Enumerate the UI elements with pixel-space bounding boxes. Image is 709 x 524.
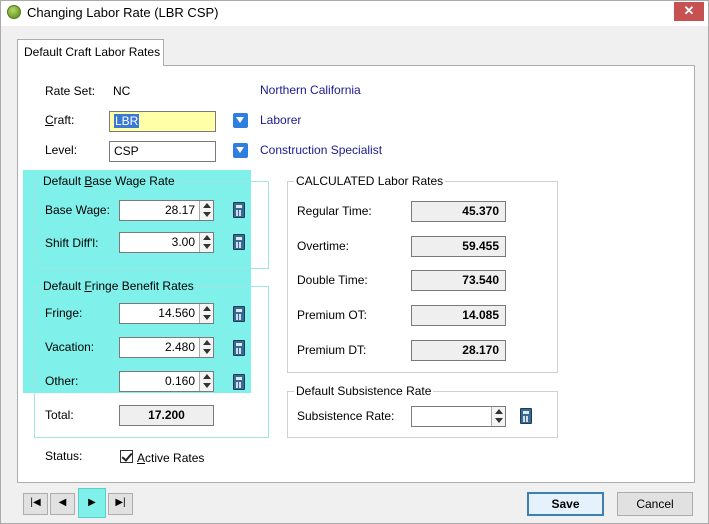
base-wage-group-title: Default Base Wage Rate	[41, 174, 177, 188]
base-wage-value: 28.17	[164, 203, 195, 217]
shift-diff-spinner[interactable]	[199, 233, 213, 252]
craft-description: Laborer	[260, 113, 302, 127]
other-input[interactable]: 0.160	[119, 371, 214, 392]
shift-diff-value: 3.00	[171, 235, 195, 249]
shift-diff-label: Shift Diff'l:	[45, 236, 99, 250]
rate-set-value: NC	[113, 84, 131, 98]
calculator-icon[interactable]	[233, 234, 245, 250]
fringe-label: Fringe:	[45, 306, 83, 320]
last-record-icon: ▶|	[115, 497, 126, 508]
base-wage-input[interactable]: 28.17	[119, 200, 214, 221]
subsistence-spinner[interactable]	[491, 407, 505, 426]
title-bar: Changing Labor Rate (LBR CSP) ✕	[1, 1, 708, 26]
vacation-spinner[interactable]	[199, 338, 213, 357]
premium-dt-value: 28.170	[411, 340, 506, 361]
vacation-input[interactable]: 2.480	[119, 337, 214, 358]
save-button[interactable]: Save	[527, 492, 604, 516]
fringe-group-title: Default Fringe Benefit Rates	[41, 279, 196, 293]
active-rates-label: Active Rates	[137, 451, 205, 465]
previous-record-icon: ◀	[58, 497, 67, 508]
total-label: Total:	[45, 408, 74, 422]
base-wage-spinner[interactable]	[199, 201, 213, 220]
vacation-label: Vacation:	[45, 340, 95, 354]
craft-input[interactable]: LBR	[109, 111, 216, 132]
base-wage-label: Base Wage:	[45, 203, 110, 217]
fringe-value: 14.560	[158, 306, 195, 320]
subsistence-input[interactable]	[411, 406, 506, 427]
regular-time-label: Regular Time:	[297, 204, 372, 218]
previous-record-button[interactable]: ◀	[50, 493, 75, 515]
tab-default-craft-labor-rates[interactable]: Default Craft Labor Rates	[17, 39, 164, 66]
subsistence-group-title: Default Subsistence Rate	[294, 384, 434, 398]
base-wage-group: Default Base Wage Rate	[34, 174, 269, 269]
overtime-label: Overtime:	[297, 239, 350, 253]
craft-input-value: LBR	[114, 114, 140, 128]
premium-ot-value: 14.085	[411, 305, 506, 326]
next-record-icon: ▶	[88, 497, 96, 508]
fringe-spinner[interactable]	[199, 304, 213, 323]
next-record-button[interactable]: ▶	[78, 488, 106, 518]
active-rates-checkbox[interactable]	[120, 450, 133, 463]
calculator-icon[interactable]	[520, 408, 532, 424]
last-record-button[interactable]: ▶|	[108, 493, 133, 515]
level-dropdown-arrow-icon[interactable]	[233, 143, 248, 158]
vacation-value: 2.480	[164, 340, 195, 354]
cancel-button[interactable]: Cancel	[617, 492, 693, 516]
calculator-icon[interactable]	[233, 202, 245, 218]
level-label: Level:	[45, 143, 78, 157]
regular-time-value: 45.370	[411, 201, 506, 222]
other-spinner[interactable]	[199, 372, 213, 391]
rate-set-label: Rate Set:	[45, 84, 96, 98]
rate-set-description: Northern California	[260, 83, 361, 97]
status-label: Status:	[45, 449, 83, 463]
first-record-button[interactable]: |◀	[23, 493, 48, 515]
fringe-input[interactable]: 14.560	[119, 303, 214, 324]
tab-label: Default Craft Labor Rates	[24, 45, 161, 59]
craft-label: Craft:	[45, 113, 75, 127]
premium-ot-label: Premium OT:	[297, 308, 368, 322]
calculator-icon[interactable]	[233, 340, 245, 356]
double-time-value: 73.540	[411, 270, 506, 291]
craft-dropdown-arrow-icon[interactable]	[233, 113, 248, 128]
dialog-window: Changing Labor Rate (LBR CSP) ✕ Default …	[0, 0, 709, 524]
other-label: Other:	[45, 374, 79, 388]
shift-diff-input[interactable]: 3.00	[119, 232, 214, 253]
calculator-icon[interactable]	[233, 374, 245, 390]
close-button[interactable]: ✕	[674, 2, 704, 21]
subsistence-label: Subsistence Rate:	[297, 409, 395, 423]
tab-panel: Rate Set: NC Northern California Craft: …	[17, 65, 695, 483]
window-title: Changing Labor Rate (LBR CSP)	[27, 5, 219, 20]
calculated-group-title: CALCULATED Labor Rates	[294, 174, 446, 188]
first-record-icon: |◀	[30, 497, 41, 508]
premium-dt-label: Premium DT:	[297, 343, 367, 357]
level-description: Construction Specialist	[260, 143, 383, 157]
total-value: 17.200	[119, 405, 214, 426]
calculator-icon[interactable]	[233, 306, 245, 322]
app-icon	[7, 5, 21, 19]
other-value: 0.160	[164, 374, 195, 388]
double-time-label: Double Time:	[297, 273, 368, 287]
overtime-value: 59.455	[411, 236, 506, 257]
level-input[interactable]: CSP	[109, 141, 216, 162]
